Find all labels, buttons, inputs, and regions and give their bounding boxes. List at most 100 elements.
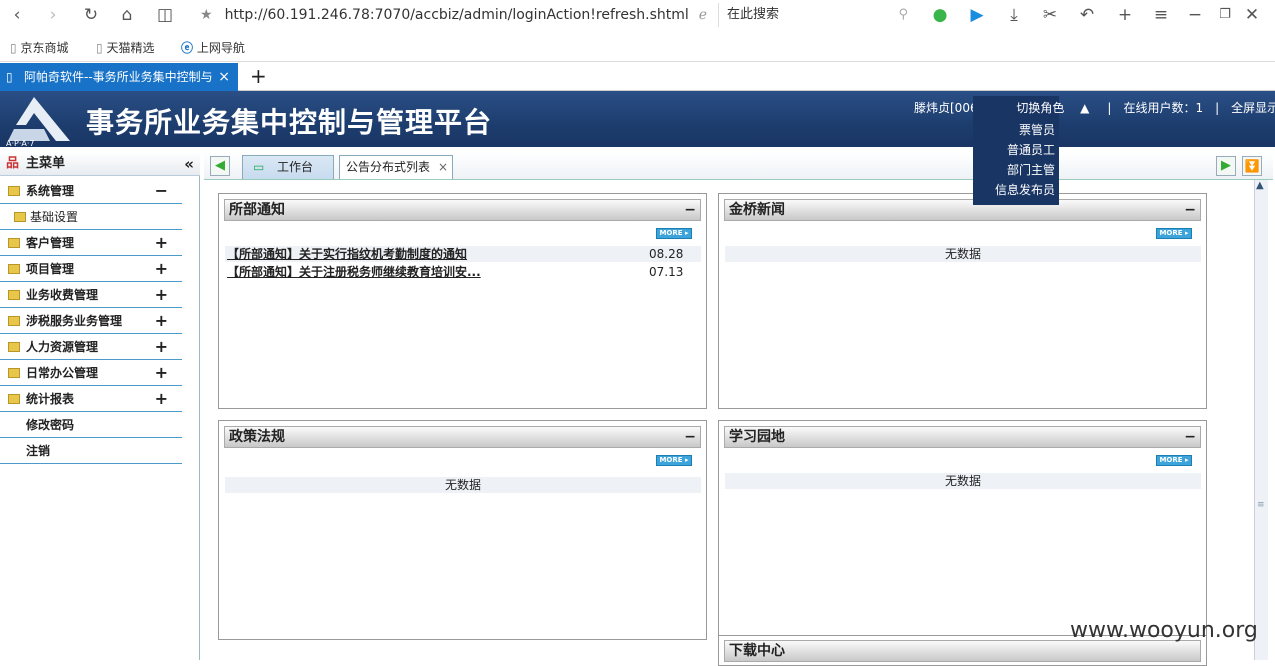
menu-icon[interactable]: ≡ [1150,4,1172,26]
sidebar-item-billing[interactable]: 业务收费管理 + [0,282,182,308]
watermark: www.wooyun.org [1070,618,1258,643]
notice-date: 07.13 [649,265,684,279]
expand-icon[interactable]: + [155,386,168,412]
sidebar: 品 主菜单 « 系统管理 − 基础设置 客户管理 + 项目管理 + 业务收费管理 + 涉… [0,152,200,660]
logo-text: A·P·A·7 [6,139,35,147]
bookmark-nav[interactable]: ⓔ 上网导航 [181,40,245,56]
search-input[interactable]: 在此搜索 ⚲ [718,3,914,27]
sidebar-item-basic-settings[interactable]: 基础设置 [0,204,182,230]
sidebar-item-system[interactable]: 系统管理 − [0,178,182,204]
sidebar-item-hr[interactable]: 人力资源管理 + [0,334,182,360]
folder-icon [8,368,20,378]
page-icon: ▯ [10,41,17,55]
sidebar-item-reports[interactable]: 统计报表 + [0,386,182,412]
expand-icon[interactable]: + [155,282,168,308]
no-data-text: 无数据 [725,246,1201,262]
notice-date: 08.28 [649,247,684,261]
notice-link[interactable]: 【所部通知】关于实行指纹机考勤制度的通知 [227,246,467,262]
address-bar[interactable]: ★ http://60.191.246.78:7070/accbiz/admin… [200,3,710,27]
minimize-panel-icon[interactable]: − [1184,200,1196,220]
new-tab-button[interactable]: + [250,65,267,87]
bookmark-tmall[interactable]: ▯ 天猫精选 [96,40,154,56]
panel-policy: 政策法规 − MORE ▸ 无数据 [218,420,707,640]
scissors-icon[interactable]: ✂ [1039,4,1061,26]
chevron-down-icon: ⏬ [1244,159,1260,173]
more-button[interactable]: MORE ▸ [1156,228,1192,239]
sidebar-item-projects[interactable]: 项目管理 + [0,256,182,282]
tab-announcements[interactable]: 公告分布式列表 × [339,155,453,179]
sidebar-item-change-password[interactable]: 修改密码 [0,412,182,438]
close-tab-icon[interactable]: × [438,156,448,178]
folder-icon [8,186,20,196]
minimize-panel-icon[interactable]: − [1184,427,1196,447]
content-area: ◀ ▭ 工作台 公告分布式列表 × ▶ ⏬ 所部通知 − MORE ▸ 【所部通知… [204,152,1275,666]
sidebar-item-customers[interactable]: 客户管理 + [0,230,182,256]
panel-study: 学习园地 − MORE ▸ 无数据 [718,420,1207,636]
panel-title: 金桥新闻 − [724,199,1201,221]
minimize-panel-icon[interactable]: − [684,427,696,447]
role-ticket-admin[interactable]: 票管员 [1019,120,1055,140]
browser-tab[interactable]: ▯ 阿帕奇软件--事务所业务集中控制与 × [0,63,238,91]
sidebar-item-office[interactable]: 日常办公管理 + [0,360,182,386]
no-data-text: 无数据 [725,473,1201,489]
expand-icon[interactable]: + [155,360,168,386]
star-icon[interactable]: ★ [200,7,213,23]
expand-icon[interactable]: + [155,230,168,256]
scroll-left-button[interactable]: ◀ [210,156,230,176]
sidebar-item-tax-services[interactable]: 涉税服务业务管理 + [0,308,182,334]
fullscreen-button[interactable]: 全屏显示 [1231,101,1275,115]
plus-icon[interactable]: + [1114,4,1136,26]
bookmarks-bar: ▯ 京东商城 ▯ 天猫精选 ⓔ 上网导航 [0,34,1275,62]
sidebar-item-logout[interactable]: 注销 [0,438,182,464]
reader-icon[interactable]: ◫ [154,4,176,26]
expand-icon[interactable]: + [155,256,168,282]
folder-icon [8,264,20,274]
role-publisher[interactable]: 信息发布员 [995,180,1055,200]
minimize-icon[interactable]: − [1184,4,1206,26]
notice-link[interactable]: 【所部通知】关于注册税务师继续教育培训安... [227,264,481,280]
refresh-icon[interactable]: ↻ [80,4,102,26]
more-button[interactable]: MORE ▸ [656,455,692,466]
bookmark-jd[interactable]: ▯ 京东商城 [10,40,68,56]
collapse-icon[interactable]: − [155,178,168,204]
panel-title: 所部通知 − [224,199,701,221]
home-icon[interactable]: ⌂ [116,4,138,26]
url-text: http://60.191.246.78:7070/accbiz/admin/l… [224,7,689,23]
play-icon[interactable]: ▶ [966,4,988,26]
browser-tab-strip: ▯ 阿帕奇软件--事务所业务集中控制与 × + [0,63,1275,91]
role-dept-head[interactable]: 部门主管 [1007,160,1055,180]
browser-toolbar: ‹ › ↻ ⌂ ◫ ★ http://60.191.246.78:7070/ac… [0,0,1275,30]
wechat-icon[interactable]: ● [929,4,951,26]
expand-icon[interactable]: + [155,334,168,360]
more-button[interactable]: MORE ▸ [1156,455,1192,466]
folder-icon [8,238,20,248]
tree-icon: 品 [6,156,20,171]
switch-role-button[interactable]: 切换角色 ▲ [1010,101,1095,115]
close-window-icon[interactable]: ✕ [1241,4,1263,26]
tab-workbench[interactable]: ▭ 工作台 [242,155,334,179]
more-button[interactable]: MORE ▸ [656,228,692,239]
minimize-panel-icon[interactable]: − [684,200,696,220]
forward-icon[interactable]: › [42,4,64,26]
folder-icon [8,342,20,352]
page-icon: ▯ [6,70,13,84]
scroll-right-button[interactable]: ▶ [1216,156,1236,176]
monitor-icon: ▭ [253,160,265,174]
panel-title: 政策法规 − [224,426,701,448]
panel-news: 金桥新闻 − MORE ▸ 无数据 [718,193,1207,409]
tab-list-button[interactable]: ⏬ [1242,156,1262,176]
collapse-sidebar-button[interactable]: « [184,152,194,176]
expand-icon[interactable]: + [155,308,168,334]
online-users: 在线用户数：1 [1123,101,1204,115]
undo-icon[interactable]: ↶ [1076,4,1098,26]
download-icon[interactable]: ⤓ [1003,4,1025,26]
close-tab-icon[interactable]: × [218,63,230,91]
app-header: A·P·A·7 事务所业务集中控制与管理平台 滕炜贞[006]|切换角色 ▲|在… [0,91,1275,147]
role-staff[interactable]: 普通员工 [1007,140,1055,160]
restore-icon[interactable]: ❐ [1214,4,1236,26]
scroll-grip-icon: ≡ [1257,500,1265,510]
search-icon[interactable]: ⚲ [898,3,908,27]
vertical-scrollbar[interactable]: ▲ ≡ [1254,180,1268,660]
back-icon[interactable]: ‹ [6,4,28,26]
ie-mode-icon[interactable]: ℯ [699,7,707,23]
